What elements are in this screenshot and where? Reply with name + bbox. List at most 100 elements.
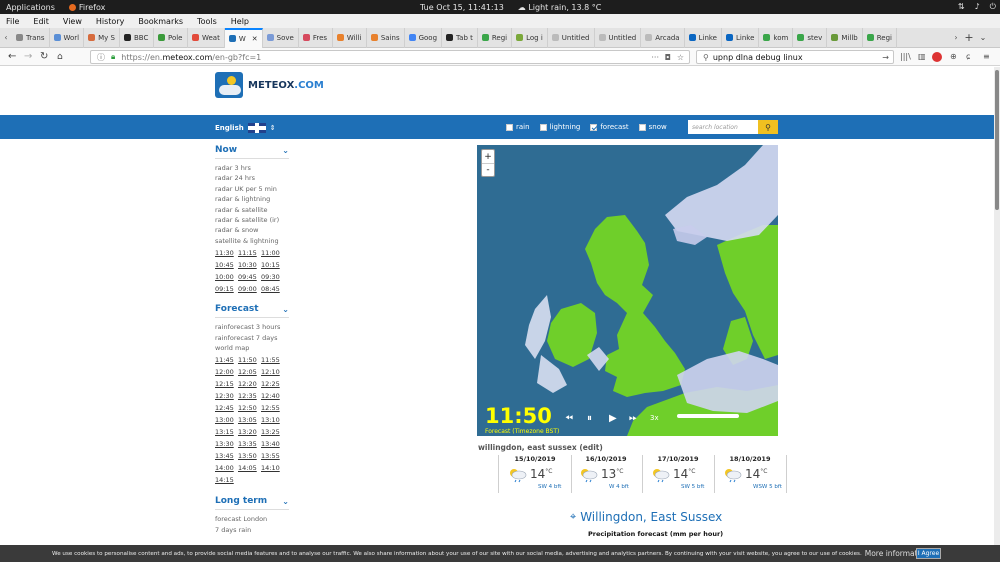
firefox-app-menu[interactable]: Firefox	[68, 3, 105, 12]
checkbox[interactable]	[638, 123, 646, 131]
tab-15[interactable]: Untitled	[548, 27, 595, 48]
pocket-icon[interactable]: ◘	[665, 53, 671, 62]
time-link[interactable]: 13:20	[238, 427, 261, 438]
timeline-slider[interactable]	[677, 414, 739, 418]
tab-21[interactable]: stev	[793, 27, 828, 48]
menu-view[interactable]: View	[63, 17, 82, 26]
sidebar-link[interactable]: radar & lightning	[215, 194, 290, 204]
time-link[interactable]: 13:35	[238, 439, 261, 450]
sidebar-link[interactable]: radar 24 hrs	[215, 173, 290, 183]
time-link[interactable]: 11:30	[215, 248, 238, 259]
tab-9[interactable]: Willi	[333, 27, 367, 48]
time-link[interactable]: 12:15	[215, 379, 238, 390]
pause-icon[interactable]: ⏸︎	[587, 413, 592, 424]
language-selector[interactable]: English ⇕	[215, 123, 276, 133]
time-link[interactable]: 11:00	[261, 248, 284, 259]
forecast-day-3[interactable]: 18/10/2019 14°C WSW 5 bft	[715, 455, 785, 495]
time-link[interactable]: 10:30	[238, 260, 261, 271]
web-search-input[interactable]: ⚲ upnp dlna debug linux →	[696, 50, 894, 64]
sidebar-link[interactable]: world map	[215, 343, 290, 353]
network-icon[interactable]: ⇅	[958, 2, 965, 12]
sidebar-link[interactable]: radar & satellite	[215, 205, 290, 215]
time-link[interactable]: 09:45	[238, 272, 261, 283]
tab-22[interactable]: Millb	[827, 27, 863, 48]
sidebar-icon[interactable]: ▥	[918, 52, 926, 61]
tab-14[interactable]: Log i	[512, 27, 548, 48]
sidebar-link[interactable]: radar 3 hrs	[215, 163, 290, 173]
time-link[interactable]: 13:05	[238, 415, 261, 426]
volume-icon[interactable]: ♪	[975, 2, 980, 12]
time-link[interactable]: 12:05	[238, 367, 261, 378]
section-longterm-header[interactable]: Long term ⌄	[215, 496, 289, 511]
addon-badge-icon[interactable]	[932, 52, 942, 62]
time-link[interactable]: 14:00	[215, 463, 238, 474]
url-bar[interactable]: ⓘ 🔒︎ https://en.meteox.com/en-gb?fc=1 ··…	[90, 50, 690, 64]
tab-3[interactable]: BBC	[120, 27, 154, 48]
tab-13[interactable]: Regi	[478, 27, 513, 48]
cookie-agree-button[interactable]: I Agree	[916, 548, 941, 559]
sidebar-link[interactable]: radar & snow	[215, 225, 290, 235]
time-link[interactable]: 12:10	[261, 367, 284, 378]
page-actions-icon[interactable]: ···	[651, 53, 659, 62]
time-link[interactable]: 13:00	[215, 415, 238, 426]
time-link[interactable]: 14:15	[215, 475, 238, 486]
tab-4[interactable]: Pole	[154, 27, 188, 48]
hamburger-menu-icon[interactable]: ≡	[983, 52, 990, 61]
sidebar-link[interactable]: 7 days rain	[215, 525, 290, 535]
bookmark-star-icon[interactable]: ☆	[677, 53, 684, 62]
time-link[interactable]: 11:55	[261, 355, 284, 366]
time-link[interactable]: 13:40	[261, 439, 284, 450]
menu-help[interactable]: Help	[231, 17, 249, 26]
tab-5[interactable]: Weat	[188, 27, 225, 48]
menu-history[interactable]: History	[96, 17, 124, 26]
time-link[interactable]: 13:30	[215, 439, 238, 450]
weather-indicator[interactable]: ☁ Light rain, 13.8 °C	[518, 3, 602, 12]
sidebar-link[interactable]: satellite & lightning	[215, 236, 290, 246]
menu-edit[interactable]: Edit	[33, 17, 49, 26]
radar-map[interactable]: + - 11:50 Forecast (Timezone BST) ⏪︎ ⏸︎ …	[477, 145, 778, 436]
time-link[interactable]: 12:20	[238, 379, 261, 390]
sidebar-link[interactable]: radar & satellite (ir)	[215, 215, 290, 225]
zoom-out-button[interactable]: -	[482, 163, 494, 176]
forecast-day-0[interactable]: 15/10/2019 14°C SW 4 bft	[500, 455, 570, 495]
applications-menu[interactable]: Applications	[6, 3, 55, 12]
filter-2[interactable]: forecast	[590, 123, 629, 131]
time-link[interactable]: 12:30	[215, 391, 238, 402]
time-link[interactable]: 09:15	[215, 284, 238, 295]
tab-16[interactable]: Untitled	[595, 27, 642, 48]
checkbox[interactable]	[539, 123, 547, 131]
filter-1[interactable]: lightning	[539, 123, 580, 131]
section-now-header[interactable]: Now ⌄	[215, 145, 289, 159]
zoom-in-button[interactable]: +	[482, 150, 494, 163]
tab-2[interactable]: My S	[84, 27, 120, 48]
clock[interactable]: Tue Oct 15, 11:41:13	[420, 3, 504, 12]
menu-bookmarks[interactable]: Bookmarks	[138, 17, 183, 26]
time-link[interactable]: 12:45	[215, 403, 238, 414]
tab-11[interactable]: Goog	[405, 27, 443, 48]
time-link[interactable]: 13:10	[261, 415, 284, 426]
search-go-icon[interactable]: →	[882, 53, 889, 62]
filter-3[interactable]: snow	[638, 123, 667, 131]
time-link[interactable]: 12:35	[238, 391, 261, 402]
tab-8[interactable]: Fres	[299, 27, 333, 48]
time-link[interactable]: 10:00	[215, 272, 238, 283]
time-link[interactable]: 12:25	[261, 379, 284, 390]
time-link[interactable]: 12:00	[215, 367, 238, 378]
time-link[interactable]: 11:45	[215, 355, 238, 366]
time-link[interactable]: 12:40	[261, 391, 284, 402]
time-link[interactable]: 13:25	[261, 427, 284, 438]
new-tab-button[interactable]: +	[962, 31, 976, 44]
time-link[interactable]: 09:00	[238, 284, 261, 295]
tab-12[interactable]: Tab t	[442, 27, 478, 48]
location-search-input[interactable]: search location	[688, 120, 758, 134]
time-link[interactable]: 12:55	[261, 403, 284, 414]
tab-7[interactable]: Sove	[263, 27, 299, 48]
library-icon[interactable]: |||\	[900, 52, 911, 61]
time-link[interactable]: 10:15	[261, 260, 284, 271]
forecast-day-1[interactable]: 16/10/2019 13°C W 4 bft	[571, 455, 641, 495]
forecast-day-2[interactable]: 17/10/2019 14°C SW 5 bft	[643, 455, 713, 495]
play-icon[interactable]: ▶︎	[609, 413, 617, 424]
tab-scroll-left[interactable]: ‹	[0, 33, 12, 42]
time-link[interactable]: 13:50	[238, 451, 261, 462]
tab-18[interactable]: Linke	[685, 27, 722, 48]
